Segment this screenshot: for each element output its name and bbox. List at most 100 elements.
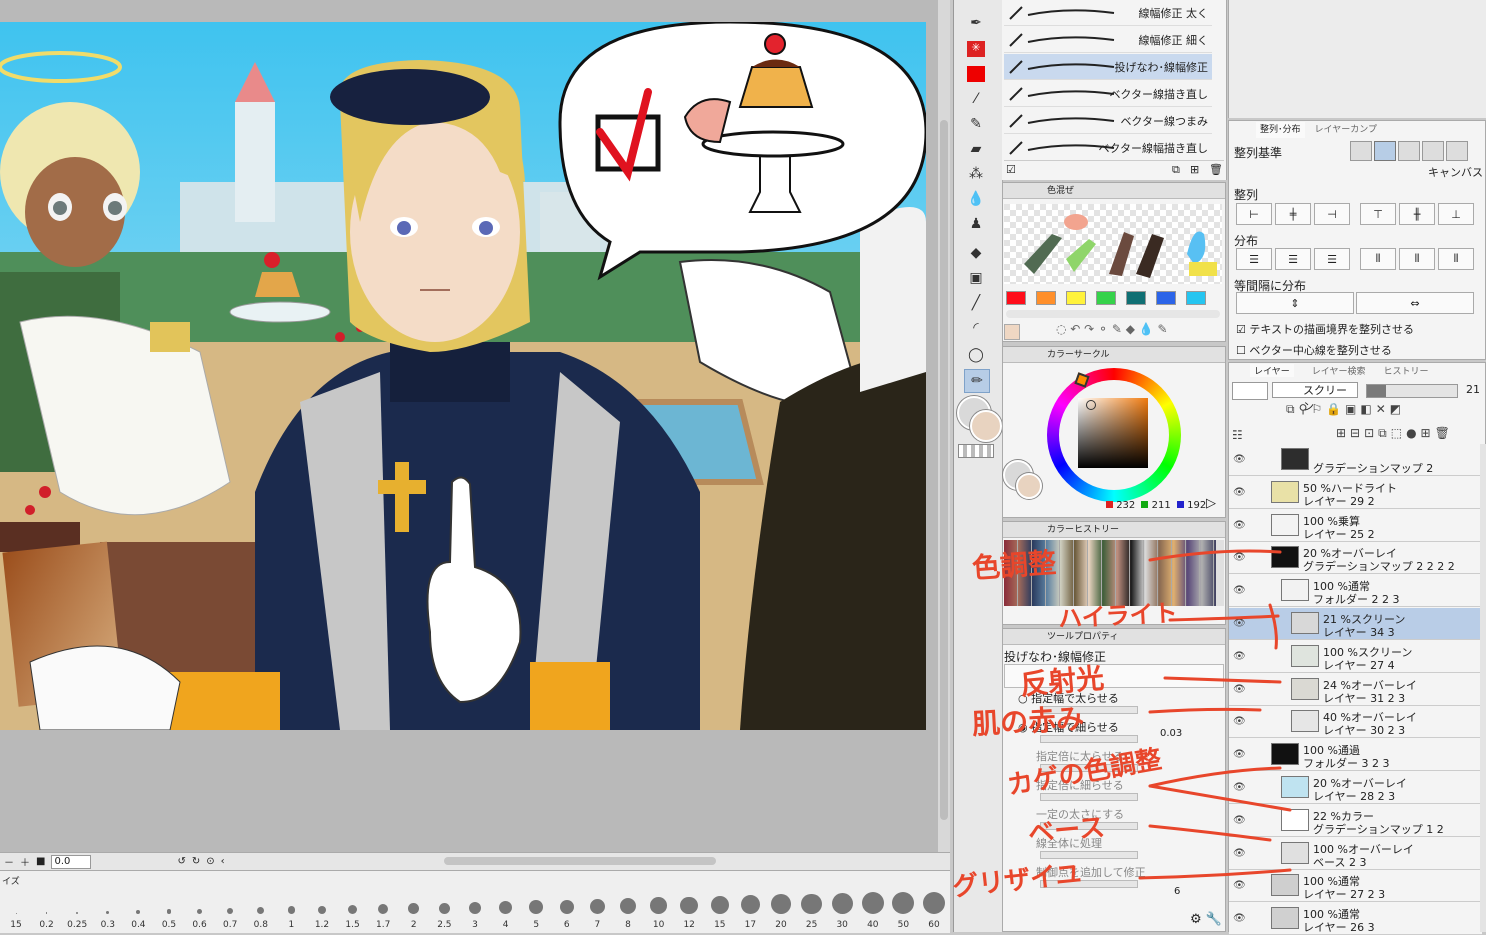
color-fill-icon[interactable] [964,63,988,85]
color-mode-toggle-icon[interactable]: ▷ [1206,496,1216,511]
subtool-delete-icon[interactable]: 🗑 [1209,163,1223,176]
eyedropper-tool-icon[interactable]: ⁄ [964,88,988,110]
subtool-new-icon[interactable]: ⊞ [1190,163,1199,176]
distribute-top-button[interactable]: ☰ [1236,248,1272,270]
color-mix-swatch[interactable] [1186,291,1206,305]
tab-layer[interactable]: レイヤー [1250,364,1294,377]
tab-align-distribute[interactable]: 整列･分布 [1256,122,1305,138]
brush-size-item[interactable]: 17 [735,886,765,932]
stamp-tool-icon[interactable]: ♟ [964,213,988,235]
brush-size-item[interactable]: 30 [827,886,857,932]
zoom-reset-icon[interactable]: ■ [36,856,45,867]
blend-mode-select[interactable]: スクリーン [1272,382,1358,413]
brush-size-item[interactable]: 0.2 [32,886,62,932]
brush-size-item[interactable]: 0.6 [185,886,215,932]
subtool-copy-icon[interactable]: ⧉ [1172,163,1180,177]
subtool-item[interactable]: ベクター線つまみ [1004,108,1212,134]
brush-size-item[interactable]: 60 [919,886,949,932]
subtool-item[interactable]: ベクター線幅描き直し [1004,135,1212,161]
fill-tool-icon[interactable]: ◆ [964,242,988,264]
canvas-horizontal-scroll-thumb[interactable] [444,857,716,865]
color-mix-current-swatch[interactable] [1004,324,1020,340]
align-vector-center-checkbox[interactable]: ☐ ベクター中心線を整列させる [1236,342,1392,358]
brush-size-item[interactable]: 0.25 [62,886,92,932]
brush-size-item[interactable]: 20 [766,886,796,932]
pen-tool-icon[interactable]: ✒ [964,12,988,34]
transparent-color-swatch[interactable] [958,444,994,458]
brush-size-item[interactable]: 3 [460,886,490,932]
brush-size-item[interactable]: 12 [674,886,704,932]
color-mix-swatch[interactable] [1096,291,1116,305]
color-mix-swatch[interactable] [1036,291,1056,305]
ruler-tool-icon[interactable]: ◜ [964,317,988,339]
brush-size-item[interactable]: 0.3 [93,886,123,932]
vector-correct-tool-icon[interactable]: ✏ [964,369,990,393]
brush-size-item[interactable]: 1.5 [338,886,368,932]
color-mix-scrollbar[interactable] [1006,310,1220,318]
airbrush-tool-icon[interactable]: ⁂ [964,163,988,185]
brush-size-item[interactable]: 15 [705,886,735,932]
blend-tool-icon[interactable]: 💧 [964,188,988,210]
subtool-item[interactable]: 線幅修正 細く [1004,27,1212,53]
layer-row[interactable]: 👁 グラデーションマップ 2 [1229,444,1482,476]
align-top-button[interactable]: ⊤ [1360,203,1396,225]
brush-size-item[interactable]: 0.5 [154,886,184,932]
brush-size-item[interactable]: 8 [613,886,643,932]
layer-row[interactable]: 👁 50 %ハードライト レイヤー 29 2 [1229,476,1482,509]
distribute-bottom-button[interactable]: ☰ [1314,248,1350,270]
canvas-vertical-scroll-thumb[interactable] [940,120,948,820]
eraser-tool-icon[interactable]: ▰ [964,138,988,160]
rotate-reset-icon[interactable]: ⊙ [206,856,214,867]
align-left-button[interactable]: ⊢ [1236,203,1272,225]
artwork-canvas[interactable] [0,22,926,730]
layer-action-icons[interactable]: ⊞⊟⊡⧉⬚●⊞🗑 [1336,426,1454,441]
distribute-vcenter-button[interactable]: ☰ [1275,248,1311,270]
eye-icon[interactable]: 👁 [1233,454,1246,465]
rotate-left-icon[interactable]: ↺ [177,856,185,867]
color-picker-cursor[interactable] [1086,400,1096,410]
brush-size-item[interactable]: 10 [644,886,674,932]
speech-bubble-tool-icon[interactable]: ◯ [964,344,988,366]
tab-history[interactable]: ヒストリー [1383,364,1428,377]
equal-vertical-button[interactable]: ⇕ [1236,292,1354,314]
pencil-tool-icon[interactable]: ✎ [964,113,988,135]
zoom-in-button[interactable]: ＋ [20,854,30,869]
brush-size-item[interactable]: 1 [276,886,306,932]
color-mix-canvas[interactable] [1004,204,1222,284]
distribute-hcenter-button[interactable]: ⦀ [1399,248,1435,270]
color-mix-swatch[interactable] [1156,291,1176,305]
gradient-tool-icon[interactable]: ▣ [964,267,988,289]
line-tool-icon[interactable]: ╱ [964,292,988,314]
align-right-button[interactable]: ⊣ [1314,203,1350,225]
zoom-out-button[interactable]: － [4,854,14,869]
brush-size-item[interactable]: 1.7 [368,886,398,932]
tab-layer-search[interactable]: レイヤー検索 [1312,364,1366,377]
effect-tool-icon[interactable]: ✳ [964,38,988,60]
color-mix-swatch[interactable] [1126,291,1146,305]
opacity-slider[interactable] [1366,384,1458,398]
rotate-right-icon[interactable]: ↻ [192,856,200,867]
brush-size-item[interactable]: 0.4 [123,886,153,932]
brush-size-item[interactable]: 1.2 [307,886,337,932]
align-vcenter-button[interactable]: ╫ [1399,203,1435,225]
subtool-item[interactable]: ベクター線描き直し [1004,81,1212,107]
subtool-item[interactable]: 線幅修正 太く [1004,0,1212,26]
brush-size-item[interactable]: 15 [1,886,31,932]
layer-color-dropdown[interactable] [1232,382,1268,400]
subtool-item[interactable]: 投げなわ･線幅修正 [1004,54,1212,80]
brush-size-item[interactable]: 4 [491,886,521,932]
align-text-bounds-checkbox[interactable]: ☑ テキストの描画境界を整列させる [1236,321,1414,337]
layer-lock-icons[interactable]: ⧉⚲⚐🔒▣◧✕◩ [1286,402,1405,417]
brush-size-item[interactable]: 7 [582,886,612,932]
flip-icon[interactable]: ‹ [221,856,225,867]
sub-color-swatch[interactable] [970,410,1002,442]
color-mix-tools-icons[interactable]: ◌ ↶ ↷ ⚬ ✎ ◆ 💧 ✎ [1056,322,1168,336]
align-basis-buttons[interactable] [1350,141,1476,161]
brush-size-item[interactable]: 5 [521,886,551,932]
brush-size-item[interactable]: 0.8 [246,886,276,932]
align-hcenter-button[interactable]: ╪ [1275,203,1311,225]
brush-size-item[interactable]: 25 [797,886,827,932]
panel-sub-color[interactable] [1016,473,1042,499]
color-mix-swatch[interactable] [1006,291,1026,305]
layer-panel-menu-icon[interactable]: ☷ [1232,428,1243,442]
